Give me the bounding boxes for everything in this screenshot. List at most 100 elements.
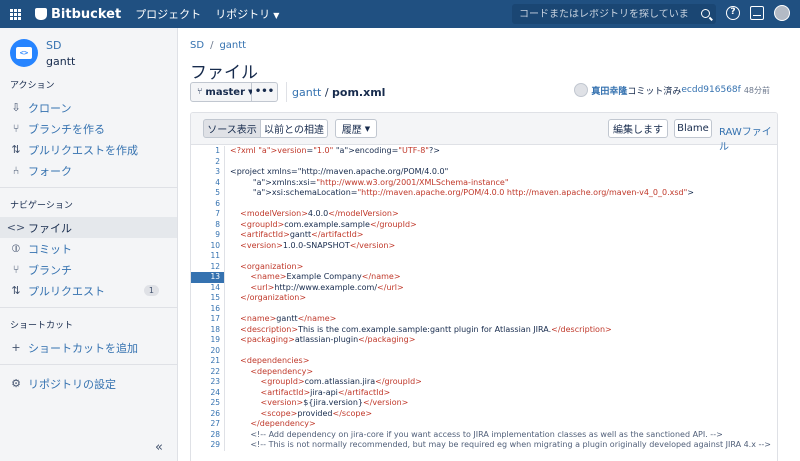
line-text: <groupId>com.atlassian.jira</groupId> (260, 377, 422, 386)
line-text: <organization> (240, 261, 304, 271)
sidebar-item-label: ブランチ (28, 263, 72, 277)
line-number[interactable]: 27 (191, 419, 225, 430)
app-name: Bitbucket (51, 6, 122, 22)
bitbucket-logo[interactable]: Bitbucket (35, 7, 121, 22)
line-text: <dependencies> (240, 356, 310, 365)
sidebar-item-files[interactable]: <> ファイル (0, 217, 177, 238)
sidebar-item-settings[interactable]: ⚙ リポジトリの設定 (0, 373, 177, 394)
line-number[interactable]: 18 (191, 324, 225, 335)
line-number[interactable]: 16 (191, 303, 225, 314)
sidebar-item-add-shortcut[interactable]: + ショートカットを追加 (0, 337, 177, 358)
commit-hash[interactable]: ecdd916568f (681, 85, 740, 95)
branch-selector[interactable]: ⑂ master ▼ (190, 82, 253, 102)
line-number[interactable]: 5 (191, 188, 225, 199)
sidebar-item-label: プルリクエストを作成 (28, 143, 138, 157)
line-number[interactable]: 20 (191, 345, 225, 356)
line-number[interactable]: 11 (191, 251, 225, 262)
line-number[interactable]: 29 (191, 440, 225, 451)
latest-commit-info: 真田幸隆 コミット済み ecdd916568f 48分前 (574, 83, 770, 97)
sidebar-item-label: ファイル (28, 221, 72, 235)
line-number[interactable]: 23 (191, 377, 225, 388)
line-number[interactable]: 2 (191, 156, 225, 167)
gear-icon: ⚙ (11, 377, 21, 390)
repo-header: <> SD gantt (0, 28, 177, 70)
inbox-icon[interactable] (750, 6, 764, 20)
commit-author[interactable]: 真田幸隆 (591, 84, 627, 97)
diff-view-button[interactable]: 以前との相違 (260, 119, 328, 138)
divider (0, 364, 177, 365)
help-icon[interactable]: ? (726, 6, 740, 20)
project-link[interactable]: SD (46, 39, 75, 52)
line-number[interactable]: 22 (191, 366, 225, 377)
code-line: 19 <packaging>atlassian-plugin</packagin… (191, 335, 777, 346)
line-text: <!-- This is not normally recommended, b… (230, 440, 771, 449)
edit-button[interactable]: 編集します (608, 119, 668, 138)
line-number[interactable]: 9 (191, 230, 225, 241)
breadcrumb-repo[interactable]: gantt (219, 40, 246, 51)
collapse-sidebar-icon[interactable]: « (155, 440, 163, 455)
code-line: 12 <organization> (191, 261, 777, 272)
user-avatar[interactable] (774, 5, 790, 21)
line-text: <description>This is the com.example.sam… (240, 324, 612, 334)
sidebar-item-create-branch[interactable]: ⑂ ブランチを作る (0, 118, 177, 139)
sidebar-item-pull-requests[interactable]: ⇅ プルリクエスト 1 (0, 280, 177, 301)
line-number[interactable]: 21 (191, 356, 225, 367)
commit-icon: ⦶ (12, 241, 20, 255)
line-number[interactable]: 7 (191, 209, 225, 220)
top-navigation-bar: Bitbucket プロジェクト リポジトリ▼ ? (0, 0, 800, 28)
nav-projects[interactable]: プロジェクト (135, 6, 201, 22)
sidebar: <> SD gantt アクション ⇩ クローン ⑂ ブランチを作る ⇅ プルリクエス… (0, 28, 178, 461)
source-view-button[interactable]: ソース表示 (203, 119, 261, 138)
commit-time: 48分前 (743, 85, 770, 95)
line-text: <version>1.0.0-SNAPSHOT</version> (240, 240, 396, 250)
chevron-down-icon: ▼ (273, 11, 280, 20)
code-line: 16 (191, 303, 777, 314)
line-number[interactable]: 3 (191, 167, 225, 178)
line-number[interactable]: 25 (191, 398, 225, 409)
code-line: 11 (191, 251, 777, 262)
plus-icon: + (11, 341, 21, 354)
sidebar-item-fork[interactable]: ⑃ フォーク (0, 160, 177, 181)
code-line: 25 <version>${jira.version}</version> (191, 398, 777, 409)
shortcuts-section: ショートカット + ショートカットを追加 (0, 318, 177, 358)
line-number[interactable]: 17 (191, 314, 225, 325)
line-number[interactable]: 14 (191, 282, 225, 293)
path-separator: / (321, 86, 333, 99)
search-input[interactable] (519, 8, 689, 20)
code-brackets-icon: <> (16, 47, 32, 59)
navigation-section: ナビゲーション <> ファイル ⦶ コミット ⑂ ブランチ ⇅ プルリクエスト 1 (0, 198, 177, 301)
line-number[interactable]: 24 (191, 387, 225, 398)
line-number[interactable]: 4 (191, 177, 225, 188)
search-icon[interactable] (701, 9, 710, 18)
line-number[interactable]: 26 (191, 408, 225, 419)
code-line: 24 <artifactId>jira-api</artifactId> (191, 387, 777, 398)
sidebar-item-create-pull-request[interactable]: ⇅ プルリクエストを作成 (0, 139, 177, 160)
line-number[interactable]: 13 (191, 272, 225, 283)
history-dropdown[interactable]: 履歴 ▼ (335, 119, 377, 138)
sidebar-item-clone[interactable]: ⇩ クローン (0, 97, 177, 118)
sidebar-item-label: コミット (28, 242, 72, 256)
line-number[interactable]: 10 (191, 240, 225, 251)
search-box[interactable] (512, 4, 716, 24)
line-number[interactable]: 15 (191, 293, 225, 304)
nav-repositories[interactable]: リポジトリ ▼ (215, 6, 279, 22)
blame-button[interactable]: Blame (674, 119, 712, 138)
code-line: 26 <scope>provided</scope> (191, 408, 777, 419)
line-number[interactable]: 19 (191, 335, 225, 346)
breadcrumb-project[interactable]: SD (190, 40, 204, 51)
code-listing: 1 <?xml "a">version="1.0" "a">encoding="U… (191, 146, 777, 451)
line-number[interactable]: 8 (191, 219, 225, 230)
line-number[interactable]: 28 (191, 429, 225, 440)
repo-avatar[interactable]: <> (10, 39, 38, 67)
line-number[interactable]: 12 (191, 261, 225, 272)
line-number[interactable]: 1 (191, 146, 225, 157)
code-line: 28 <!-- Add dependency on jira-core if y… (191, 429, 777, 440)
line-number[interactable]: 6 (191, 198, 225, 209)
sidebar-item-commits[interactable]: ⦶ コミット (0, 238, 177, 259)
sidebar-item-branches[interactable]: ⑂ ブランチ (0, 259, 177, 280)
app-switcher-icon[interactable] (10, 9, 22, 20)
path-repo-link[interactable]: gantt (292, 86, 321, 99)
code-line: 3 <project xmlns="http://maven.apache.org… (191, 167, 777, 178)
more-actions-button[interactable]: ••• (252, 82, 278, 102)
file-toolbar: ソース表示 以前との相違 履歴 ▼ 編集します Blame RAWファイル (191, 113, 777, 153)
